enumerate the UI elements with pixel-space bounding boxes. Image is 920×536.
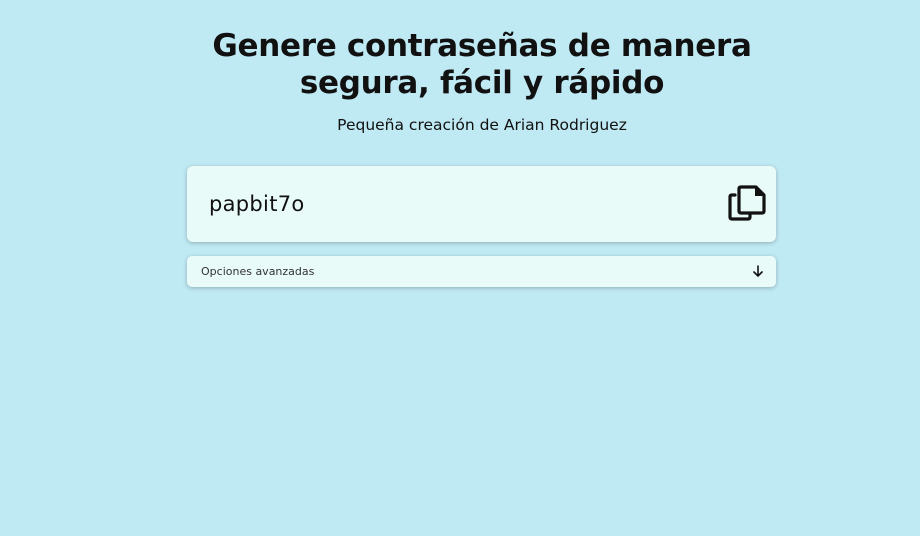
copy-button[interactable]: [728, 185, 766, 221]
page-subtitle: Pequeña creación de Arian Rodriguez: [337, 116, 627, 134]
page-title-line-2: segura, fácil y rápido: [299, 65, 665, 101]
generated-password[interactable]: papbit7o: [209, 191, 305, 217]
copy-icon: [728, 185, 766, 221]
page-title: Genere contraseñas de manera segura, fác…: [0, 28, 920, 102]
page-title-line-1: Genere contraseñas de manera: [212, 28, 752, 64]
arrow-down-icon: [753, 265, 763, 277]
page: Genere contraseñas de manera segura, fác…: [0, 0, 920, 536]
password-card: papbit7o: [187, 166, 776, 242]
advanced-options-label: Opciones avanzadas: [201, 265, 315, 278]
advanced-options-toggle[interactable]: Opciones avanzadas: [187, 256, 776, 287]
